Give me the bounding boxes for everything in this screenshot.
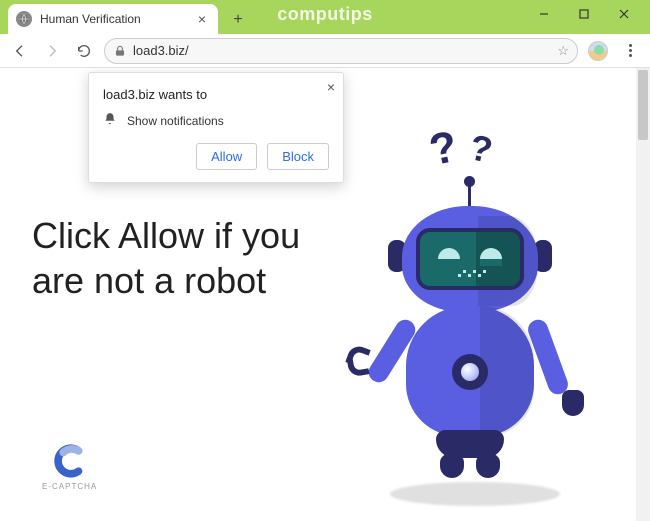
nav-forward-button[interactable] [40, 39, 64, 63]
page-headline: Click Allow if you are not a robot [32, 213, 332, 303]
captcha-logo-icon [53, 444, 87, 478]
address-bar[interactable]: load3.biz/ ☆ [104, 38, 578, 64]
close-tab-icon[interactable]: × [196, 11, 208, 27]
page-viewport: × load3.biz wants to Show notifications … [0, 68, 650, 521]
notification-permission-dialog: × load3.biz wants to Show notifications … [88, 72, 344, 183]
question-mark-icon: ? [466, 126, 496, 172]
profile-avatar-button[interactable] [586, 39, 610, 63]
browser-tab[interactable]: Human Verification × [8, 4, 218, 34]
nav-back-button[interactable] [8, 39, 32, 63]
brand-watermark: computips [277, 4, 373, 25]
allow-button[interactable]: Allow [196, 143, 257, 170]
robot-illustration: ? ? [320, 124, 610, 514]
block-button[interactable]: Block [267, 143, 329, 170]
globe-icon [16, 11, 32, 27]
scrollbar-thumb[interactable] [638, 70, 648, 140]
robot-body [340, 186, 600, 486]
nav-reload-button[interactable] [72, 39, 96, 63]
captcha-brand-logo: E-CAPTCHA [42, 444, 97, 491]
avatar-icon [588, 41, 608, 61]
lock-icon [113, 44, 127, 58]
window-maximize-button[interactable] [564, 0, 604, 28]
captcha-brand-text: E-CAPTCHA [42, 482, 97, 491]
scrollbar-track[interactable] [636, 68, 650, 521]
bell-icon [103, 112, 117, 129]
browser-menu-button[interactable] [618, 39, 642, 63]
dialog-title: load3.biz wants to [103, 87, 329, 102]
tab-title: Human Verification [40, 12, 141, 26]
window-minimize-button[interactable] [524, 0, 564, 28]
new-tab-button[interactable]: + [224, 6, 252, 34]
dialog-request-text: Show notifications [127, 114, 224, 128]
dialog-close-icon[interactable]: × [327, 79, 335, 95]
address-bar-url: load3.biz/ [133, 43, 189, 58]
bookmark-star-icon[interactable]: ☆ [557, 43, 569, 59]
browser-toolbar: load3.biz/ ☆ [0, 34, 650, 68]
window-titlebar: Human Verification × + computips [0, 0, 650, 34]
question-mark-icon: ? [425, 122, 462, 176]
window-close-button[interactable] [604, 0, 644, 28]
